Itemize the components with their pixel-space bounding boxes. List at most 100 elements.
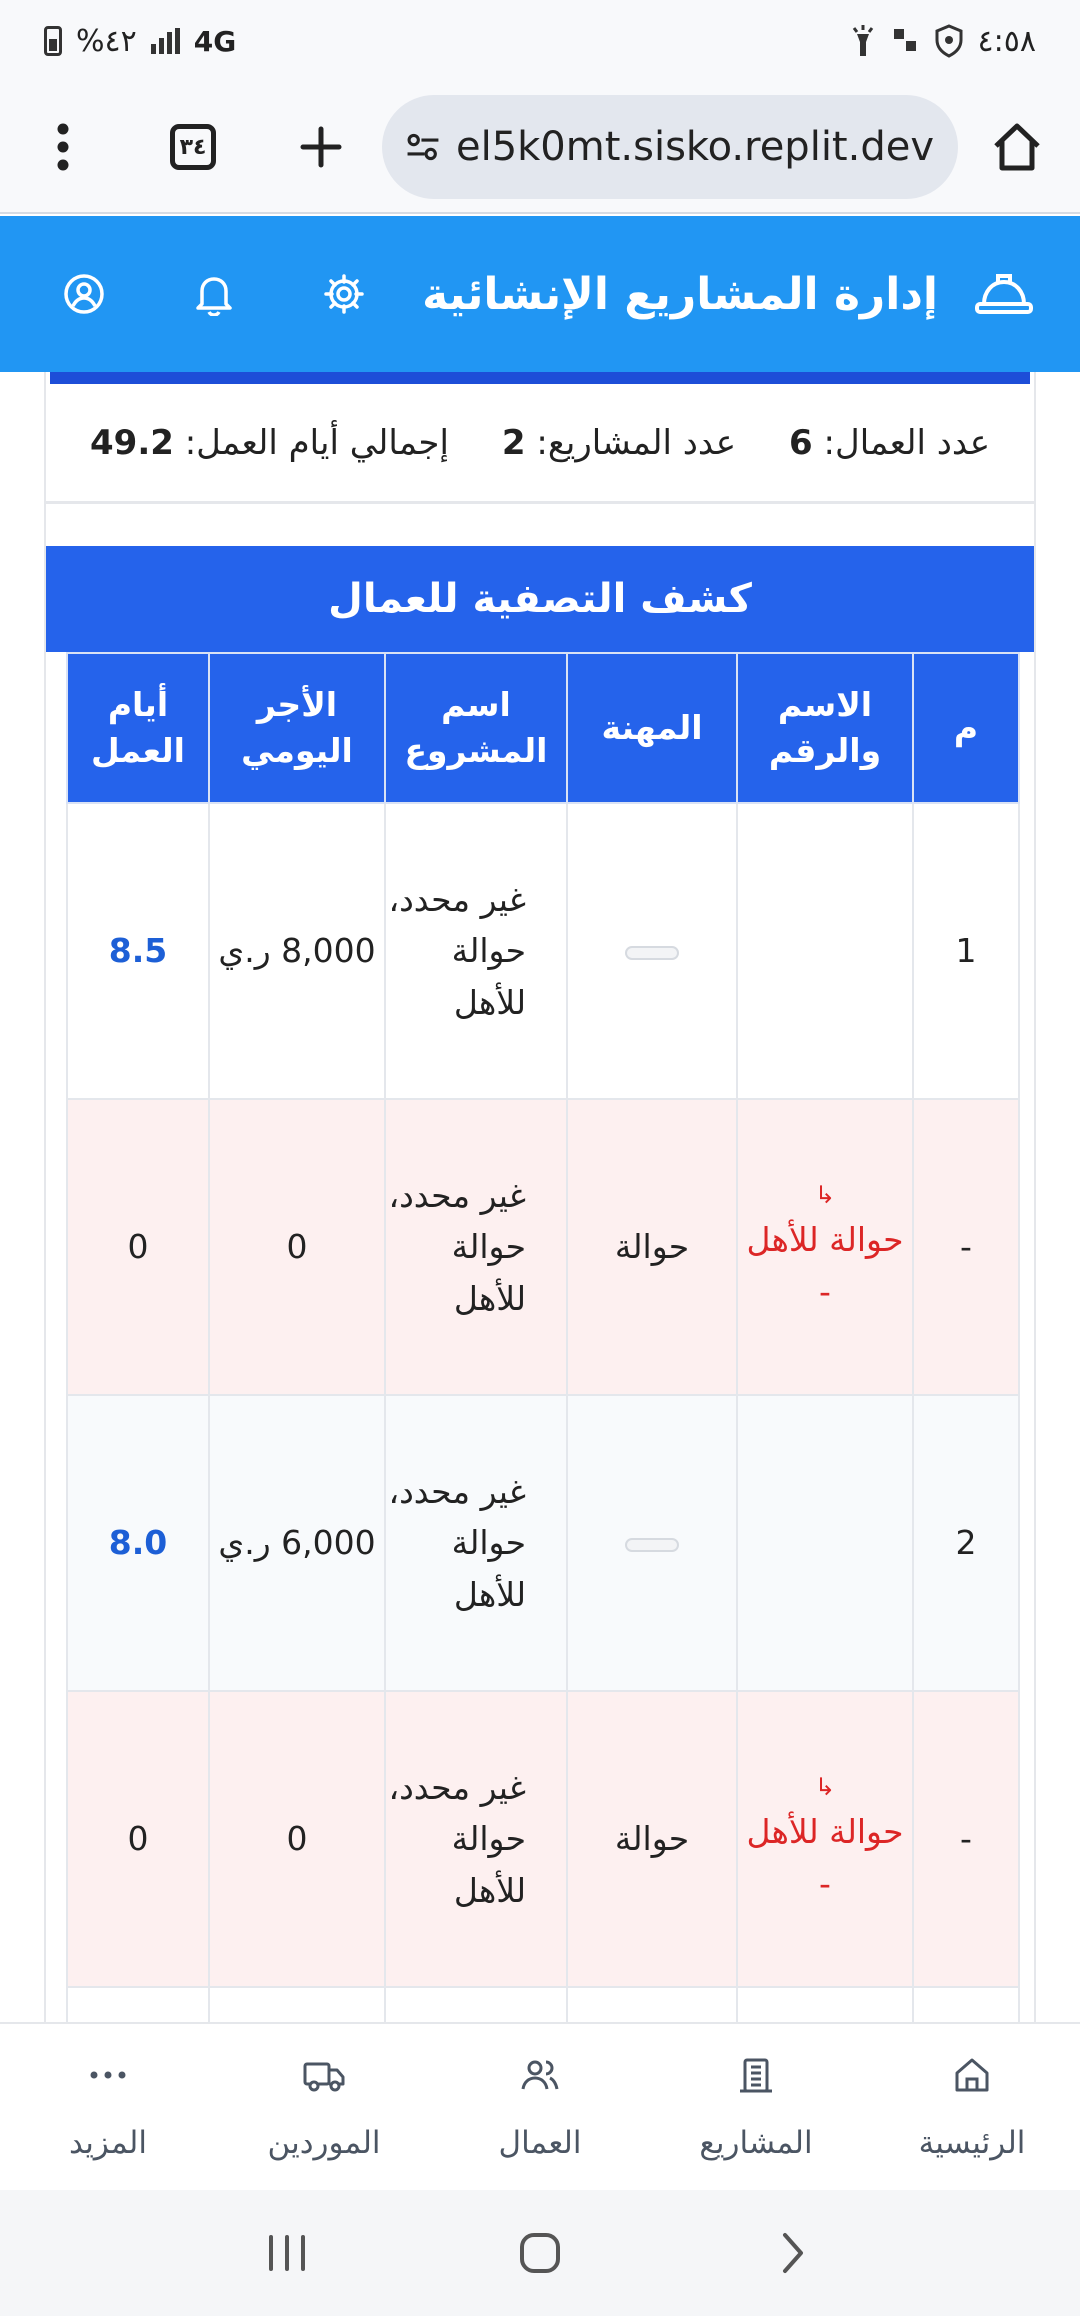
status-bar: %٤٢ 4G ٤:٥٨: [0, 0, 1080, 82]
users-icon: [518, 2053, 562, 2097]
transfer-suffix: -: [819, 1863, 831, 1903]
menu-dots-icon[interactable]: [28, 112, 98, 182]
empty-profession-pill: [625, 945, 679, 960]
row-number: -: [912, 1690, 1020, 1988]
row-cell: [208, 1986, 386, 2022]
column-header-daily-wage: الأجر اليومي: [208, 652, 386, 804]
nav-label: الرئيسية: [918, 2125, 1026, 2161]
sub-row-arrow: ↳: [814, 1773, 836, 1802]
worker-name: [736, 1394, 914, 1692]
nav-item-home[interactable]: الرئيسية: [872, 2053, 1072, 2161]
table-row: 2 غير محدد، حوالة للأهل 6,000 ر.ي 8.0: [66, 1394, 1020, 1692]
nav-label: المزيد: [69, 2125, 147, 2161]
nav-label: الموردين: [267, 2125, 381, 2161]
status-left: %٤٢ 4G: [44, 24, 236, 59]
nav-item-suppliers[interactable]: الموردين: [224, 2053, 424, 2161]
worker-name: ↳ حوالة للأهل -: [736, 1690, 914, 1988]
hard-hat-icon: [975, 274, 1033, 314]
bottom-nav: الرئيسية المشاريع العمال الموردين المزيد: [0, 2022, 1080, 2190]
truck-icon: [302, 2053, 346, 2097]
transfer-label: حوالة للأهل: [746, 1812, 904, 1852]
row-number: -: [912, 1098, 1020, 1396]
app-title: إدارة المشاريع الإنشائية: [422, 268, 938, 320]
nav-item-more[interactable]: المزيد: [8, 2053, 208, 2161]
nav-item-projects[interactable]: المشاريع: [656, 2053, 856, 2161]
bell-icon[interactable]: [186, 266, 242, 322]
project-name: غير محدد، حوالة للأهل: [384, 1394, 568, 1692]
row-cell: [912, 1986, 1020, 2022]
workers-count-label: عدد العمال:: [823, 422, 990, 463]
app-title-block: إدارة المشاريع الإنشائية: [422, 269, 1034, 320]
row-number: 1: [912, 802, 1020, 1100]
sub-row-arrow: ↳: [814, 1181, 836, 1210]
back-icon[interactable]: [758, 2218, 828, 2288]
summary-row: عدد العمال: 6 عدد المشاريع: 2 إجمالي أيا…: [46, 384, 1034, 504]
worker-name: ↳ حوالة للأهل -: [736, 1098, 914, 1396]
new-tab-icon[interactable]: [286, 112, 356, 182]
system-nav-bar: [0, 2190, 1080, 2316]
report-content: عدد العمال: 6 عدد المشاريع: 2 إجمالي أيا…: [44, 372, 1036, 2022]
daily-wage: 6,000 ر.ي: [208, 1394, 386, 1692]
app-header: إدارة المشاريع الإنشائية: [0, 216, 1080, 372]
nav-label: المشاريع: [699, 2125, 813, 2161]
profile-icon[interactable]: [56, 266, 112, 322]
site-settings-icon[interactable]: [406, 127, 440, 167]
projects-count: عدد المشاريع: 2: [502, 423, 736, 463]
transfer-label: حوالة للأهل: [746, 1220, 904, 1260]
more-icon: [86, 2053, 130, 2097]
report-title: كشف التصفية للعمال: [46, 546, 1034, 652]
daily-wage: 0: [208, 1098, 386, 1396]
signal-icon: [150, 28, 180, 54]
data-saver-icon: [893, 29, 916, 51]
table-row: - ↳ حوالة للأهل - حوالة غير محدد، حوالة …: [66, 1690, 1020, 1988]
column-header-work-days: أيام العمل: [66, 652, 210, 804]
network-type: 4G: [193, 24, 237, 58]
projects-count-label: عدد المشاريع:: [536, 422, 737, 463]
profession-cell: حوالة: [566, 1098, 738, 1396]
row-cell: [384, 1986, 568, 2022]
column-header-profession: المهنة: [566, 652, 738, 804]
header-actions: [56, 266, 372, 322]
clock: ٤:٥٨: [977, 23, 1036, 59]
tab-count: ٣٤: [170, 124, 216, 170]
status-right: ٤:٥٨: [848, 24, 1036, 59]
battery-level: %٤٢: [76, 23, 137, 59]
row-cell: [736, 1986, 914, 2022]
table-row: 1 غير محدد، حوالة للأهل 8,000 ر.ي 8.5: [66, 802, 1020, 1100]
project-name: غير محدد، حوالة للأهل: [384, 802, 568, 1100]
address-bar[interactable]: el5k0mt.sisko.replit.dev: [382, 95, 958, 199]
column-header-project: اسم المشروع: [384, 652, 568, 804]
nav-label: العمال: [498, 2125, 582, 2161]
top-accent-strip: [50, 372, 1030, 384]
home-button-icon[interactable]: [505, 2218, 575, 2288]
home-icon: [950, 2053, 994, 2097]
worker-name: [736, 802, 914, 1100]
daily-wage: 8,000 ر.ي: [208, 802, 386, 1100]
flashlight-icon: [852, 25, 873, 56]
tabs-button[interactable]: ٣٤: [158, 112, 228, 182]
column-header-name: الاسم والرقم: [736, 652, 914, 804]
work-days: 0: [66, 1098, 210, 1396]
empty-profession-pill: [625, 1537, 679, 1552]
projects-count-value: 2: [501, 422, 526, 463]
gear-icon[interactable]: [316, 266, 372, 322]
row-cell: [566, 1986, 738, 2022]
settlement-table: م الاسم والرقم المهنة اسم المشروع الأجر …: [66, 652, 1020, 2022]
workers-count-value: 6: [789, 422, 813, 463]
daily-wage: 0: [208, 1690, 386, 1988]
nav-item-workers[interactable]: العمال: [440, 2053, 640, 2161]
work-days: 0: [66, 1690, 210, 1988]
project-name: غير محدد، حوالة للأهل: [384, 1098, 568, 1396]
total-work-days: إجمالي أيام العمل: 49.2: [90, 423, 449, 463]
work-days: 8.0: [66, 1394, 210, 1692]
row-number: 2: [912, 1394, 1020, 1692]
profession-cell: [566, 1394, 738, 1692]
home-browser-icon[interactable]: [982, 112, 1052, 182]
column-header-number: م: [912, 652, 1020, 804]
total-work-days-label: إجمالي أيام العمل:: [184, 422, 449, 463]
recent-apps-icon[interactable]: [252, 2218, 322, 2288]
profession-cell: [566, 802, 738, 1100]
table-row: - ↳ حوالة للأهل - حوالة غير محدد، حوالة …: [66, 1098, 1020, 1396]
building-icon: [734, 2053, 778, 2097]
battery-icon: [44, 26, 62, 56]
